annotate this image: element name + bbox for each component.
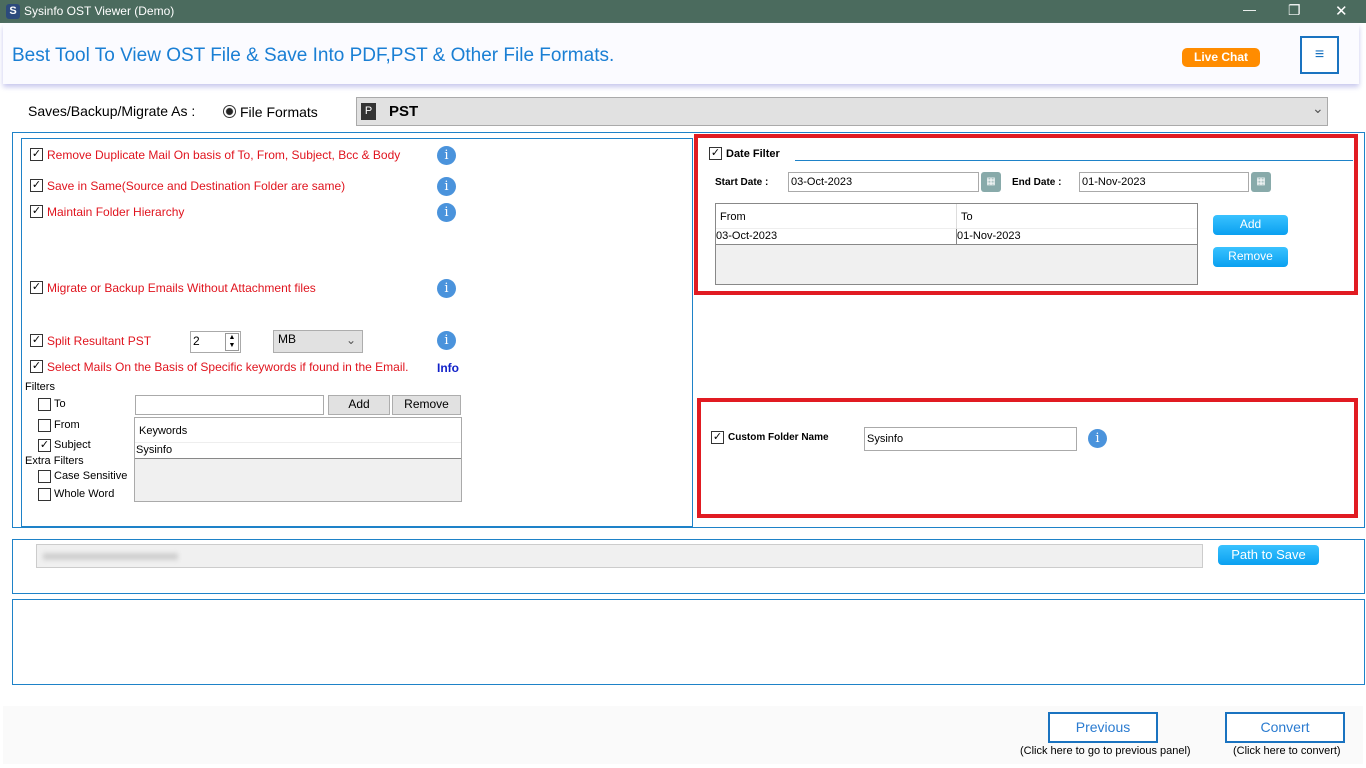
filters-label: Filters — [25, 381, 55, 393]
close-button[interactable]: ✕ — [1335, 2, 1348, 20]
app-icon: S — [6, 4, 20, 19]
filter-to-checkbox[interactable] — [38, 398, 51, 411]
start-date-input[interactable]: 03-Oct-2023 — [788, 172, 979, 192]
save-in-same-label: Save in Same(Source and Destination Fold… — [47, 179, 346, 193]
case-sensitive-label: Case Sensitive — [54, 470, 128, 482]
keyword-remove-button[interactable]: Remove — [392, 395, 461, 415]
info-icon[interactable]: i — [1088, 429, 1107, 448]
log-panel — [12, 599, 1365, 685]
previous-hint: (Click here to go to previous panel) — [1020, 745, 1191, 757]
filter-from-checkbox[interactable] — [38, 419, 51, 432]
keywords-list[interactable]: Keywords Sysinfo — [134, 417, 462, 502]
calendar-icon[interactable]: ▦ — [981, 172, 1001, 192]
filter-subject-label: Subject — [54, 439, 91, 451]
split-size-stepper[interactable]: 2 ▲ ▼ — [190, 331, 241, 353]
custom-folder-box — [697, 398, 1358, 518]
keyword-input[interactable] — [135, 395, 324, 415]
header: Best Tool To View OST File & Save Into P… — [3, 24, 1359, 84]
date-filter-label: Date Filter — [726, 148, 780, 160]
minimize-button[interactable]: — — [1243, 2, 1256, 17]
convert-button[interactable]: Convert — [1225, 712, 1345, 743]
file-formats-label: File Formats — [240, 104, 318, 120]
split-unit-select[interactable]: MB ⌄ — [273, 330, 363, 353]
format-value: PST — [389, 103, 419, 120]
column-from: From — [720, 211, 746, 223]
live-chat-button[interactable]: Live Chat — [1182, 48, 1260, 67]
split-size-value: 2 — [193, 334, 200, 348]
remove-duplicate-label: Remove Duplicate Mail On basis of To, Fr… — [47, 148, 401, 162]
table-header: From To — [716, 204, 1197, 229]
save-in-same-checkbox[interactable]: ✓ — [30, 179, 43, 192]
restore-button[interactable]: ❐ — [1288, 2, 1301, 19]
row-to: 01-Nov-2023 — [957, 230, 1021, 242]
info-icon[interactable]: i — [437, 203, 456, 222]
split-pst-checkbox[interactable]: ✓ — [30, 334, 43, 347]
date-add-button[interactable]: Add — [1213, 215, 1288, 235]
info-icon[interactable]: i — [437, 279, 456, 298]
table-row[interactable]: 03-Oct-2023 01-Nov-2023 — [716, 229, 1197, 245]
divider — [795, 160, 1353, 161]
format-select[interactable]: P PST ⌄ — [356, 97, 1328, 126]
window-title: Sysinfo OST Viewer (Demo) — [24, 4, 175, 18]
pst-icon: P — [361, 103, 376, 120]
chevron-down-icon: ⌄ — [346, 333, 357, 347]
end-date-input[interactable]: 01-Nov-2023 — [1079, 172, 1249, 192]
date-filter-checkbox[interactable]: ✓ — [709, 147, 722, 160]
split-unit-value: MB — [278, 332, 296, 346]
filter-from-label: From — [54, 419, 80, 431]
filter-to-label: To — [54, 398, 66, 410]
keywords-checkbox[interactable]: ✓ — [30, 360, 43, 373]
date-remove-button[interactable]: Remove — [1213, 247, 1288, 267]
keywords-label: Select Mails On the Basis of Specific ke… — [47, 360, 409, 374]
keyword-add-button[interactable]: Add — [328, 395, 390, 415]
case-sensitive-checkbox[interactable] — [38, 470, 51, 483]
whole-word-checkbox[interactable] — [38, 488, 51, 501]
date-range-table: From To 03-Oct-2023 01-Nov-2023 — [715, 203, 1198, 285]
save-as-label: Saves/Backup/Migrate As : — [28, 103, 196, 119]
end-date-label: End Date : — [1012, 177, 1062, 188]
file-formats-radio[interactable] — [223, 105, 236, 118]
convert-hint: (Click here to convert) — [1233, 745, 1341, 757]
info-link[interactable]: Info — [437, 361, 459, 375]
row-from: 03-Oct-2023 — [716, 230, 778, 242]
info-icon[interactable]: i — [437, 177, 456, 196]
remove-duplicate-checkbox[interactable]: ✓ — [30, 148, 43, 161]
list-item[interactable]: Sysinfo — [135, 443, 461, 459]
custom-folder-label: Custom Folder Name — [728, 432, 829, 443]
path-input[interactable] — [36, 544, 1203, 568]
info-icon[interactable]: i — [437, 146, 456, 165]
keywords-column-header: Keywords — [135, 418, 461, 443]
without-attachment-label: Migrate or Backup Emails Without Attachm… — [47, 281, 316, 295]
custom-folder-input[interactable]: Sysinfo — [864, 427, 1077, 451]
chevron-down-icon: ⌄ — [1312, 100, 1324, 116]
custom-folder-checkbox[interactable]: ✓ — [711, 431, 724, 444]
without-attachment-checkbox[interactable]: ✓ — [30, 281, 43, 294]
column-to: To — [961, 211, 973, 223]
calendar-icon[interactable]: ▦ — [1251, 172, 1271, 192]
extra-filters-label: Extra Filters — [25, 455, 84, 467]
split-pst-label: Split Resultant PST — [47, 334, 152, 348]
path-to-save-button[interactable]: Path to Save — [1218, 545, 1319, 565]
title-bar: S Sysinfo OST Viewer (Demo) — ❐ ✕ — [0, 0, 1366, 23]
folder-hierarchy-label: Maintain Folder Hierarchy — [47, 205, 185, 219]
folder-hierarchy-checkbox[interactable]: ✓ — [30, 205, 43, 218]
tagline: Best Tool To View OST File & Save Into P… — [12, 45, 615, 66]
stepper-arrows-icon[interactable]: ▲ ▼ — [225, 333, 239, 351]
previous-button[interactable]: Previous — [1048, 712, 1158, 743]
start-date-label: Start Date : — [715, 177, 769, 188]
info-icon[interactable]: i — [437, 331, 456, 350]
whole-word-label: Whole Word — [54, 488, 115, 500]
filter-subject-checkbox[interactable]: ✓ — [38, 439, 51, 452]
menu-button[interactable]: ≡ — [1300, 36, 1339, 74]
